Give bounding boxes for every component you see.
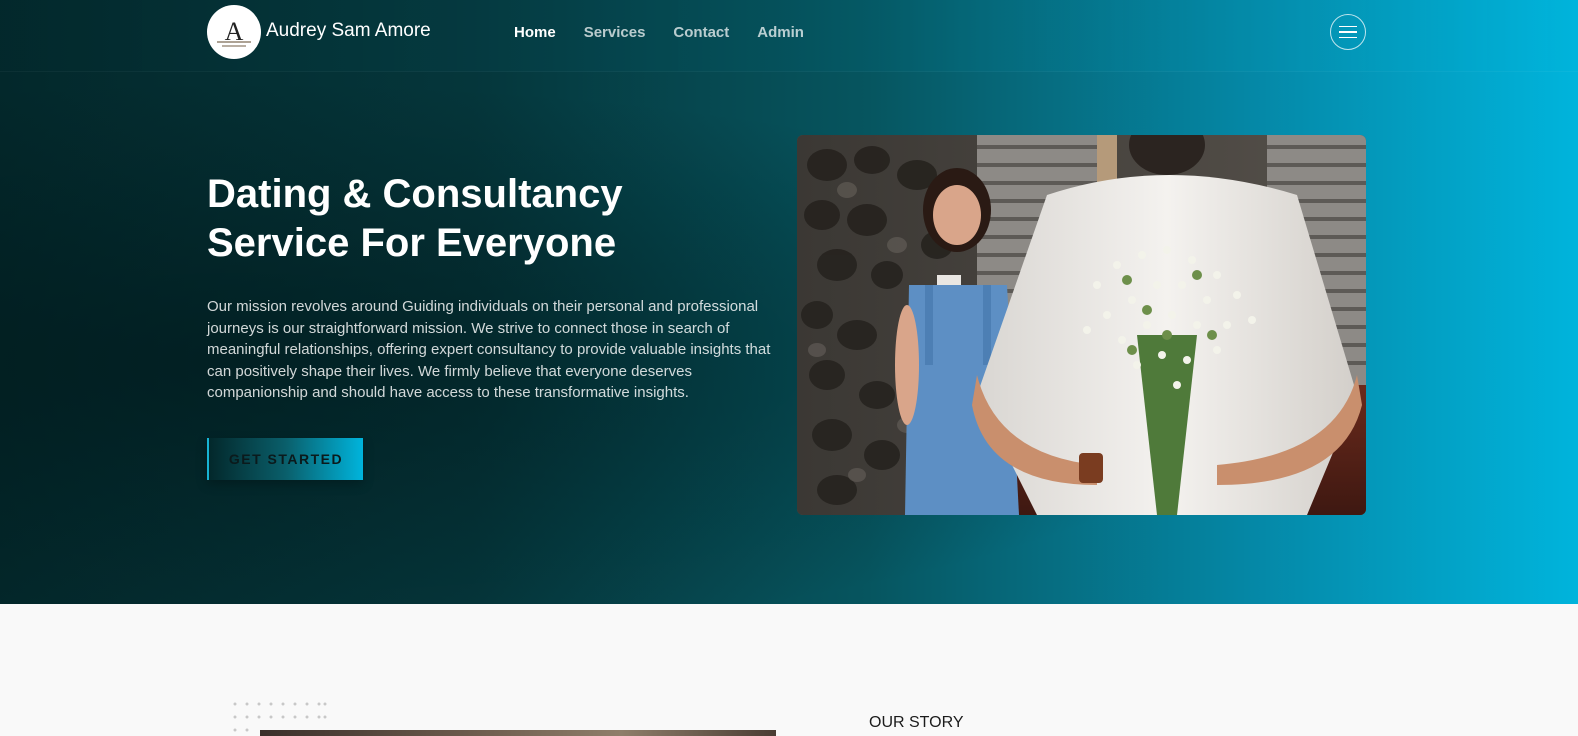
our-story-label: OUR STORY [869,714,964,731]
hero-couple-photo [797,135,1366,515]
hamburger-icon-line [1339,25,1357,28]
logo[interactable]: A [207,5,261,59]
nav-link-home[interactable]: Home [514,24,556,41]
navbar: A Audrey Sam Amore Home Services Contact… [0,0,1578,72]
logo-tagline-decoration-2 [222,45,246,47]
get-started-label: GET STARTED [228,451,344,467]
nav-link-contact[interactable]: Contact [673,24,729,41]
nav-link-services[interactable]: Services [584,24,646,41]
hamburger-icon-line [1339,31,1357,33]
nav-link-admin[interactable]: Admin [757,24,804,41]
hero-title-line-2: Service For Everyone [207,221,617,265]
hamburger-menu-button[interactable] [1330,14,1366,50]
hamburger-icon-line [1339,36,1357,39]
main-nav: Home Services Contact Admin [514,24,804,41]
get-started-button[interactable]: GET STARTED [207,438,363,480]
hero-section: A Audrey Sam Amore Home Services Contact… [0,0,1578,604]
logo-tagline-decoration [217,41,251,43]
hero-title: Dating & Consultancy Service For Everyon… [207,170,767,268]
our-story-image [260,730,776,736]
hero-title-line-1: Dating & Consultancy [207,172,623,216]
hero-description: Our mission revolves around Guiding indi… [207,298,771,401]
brand-name[interactable]: Audrey Sam Amore [266,20,431,42]
